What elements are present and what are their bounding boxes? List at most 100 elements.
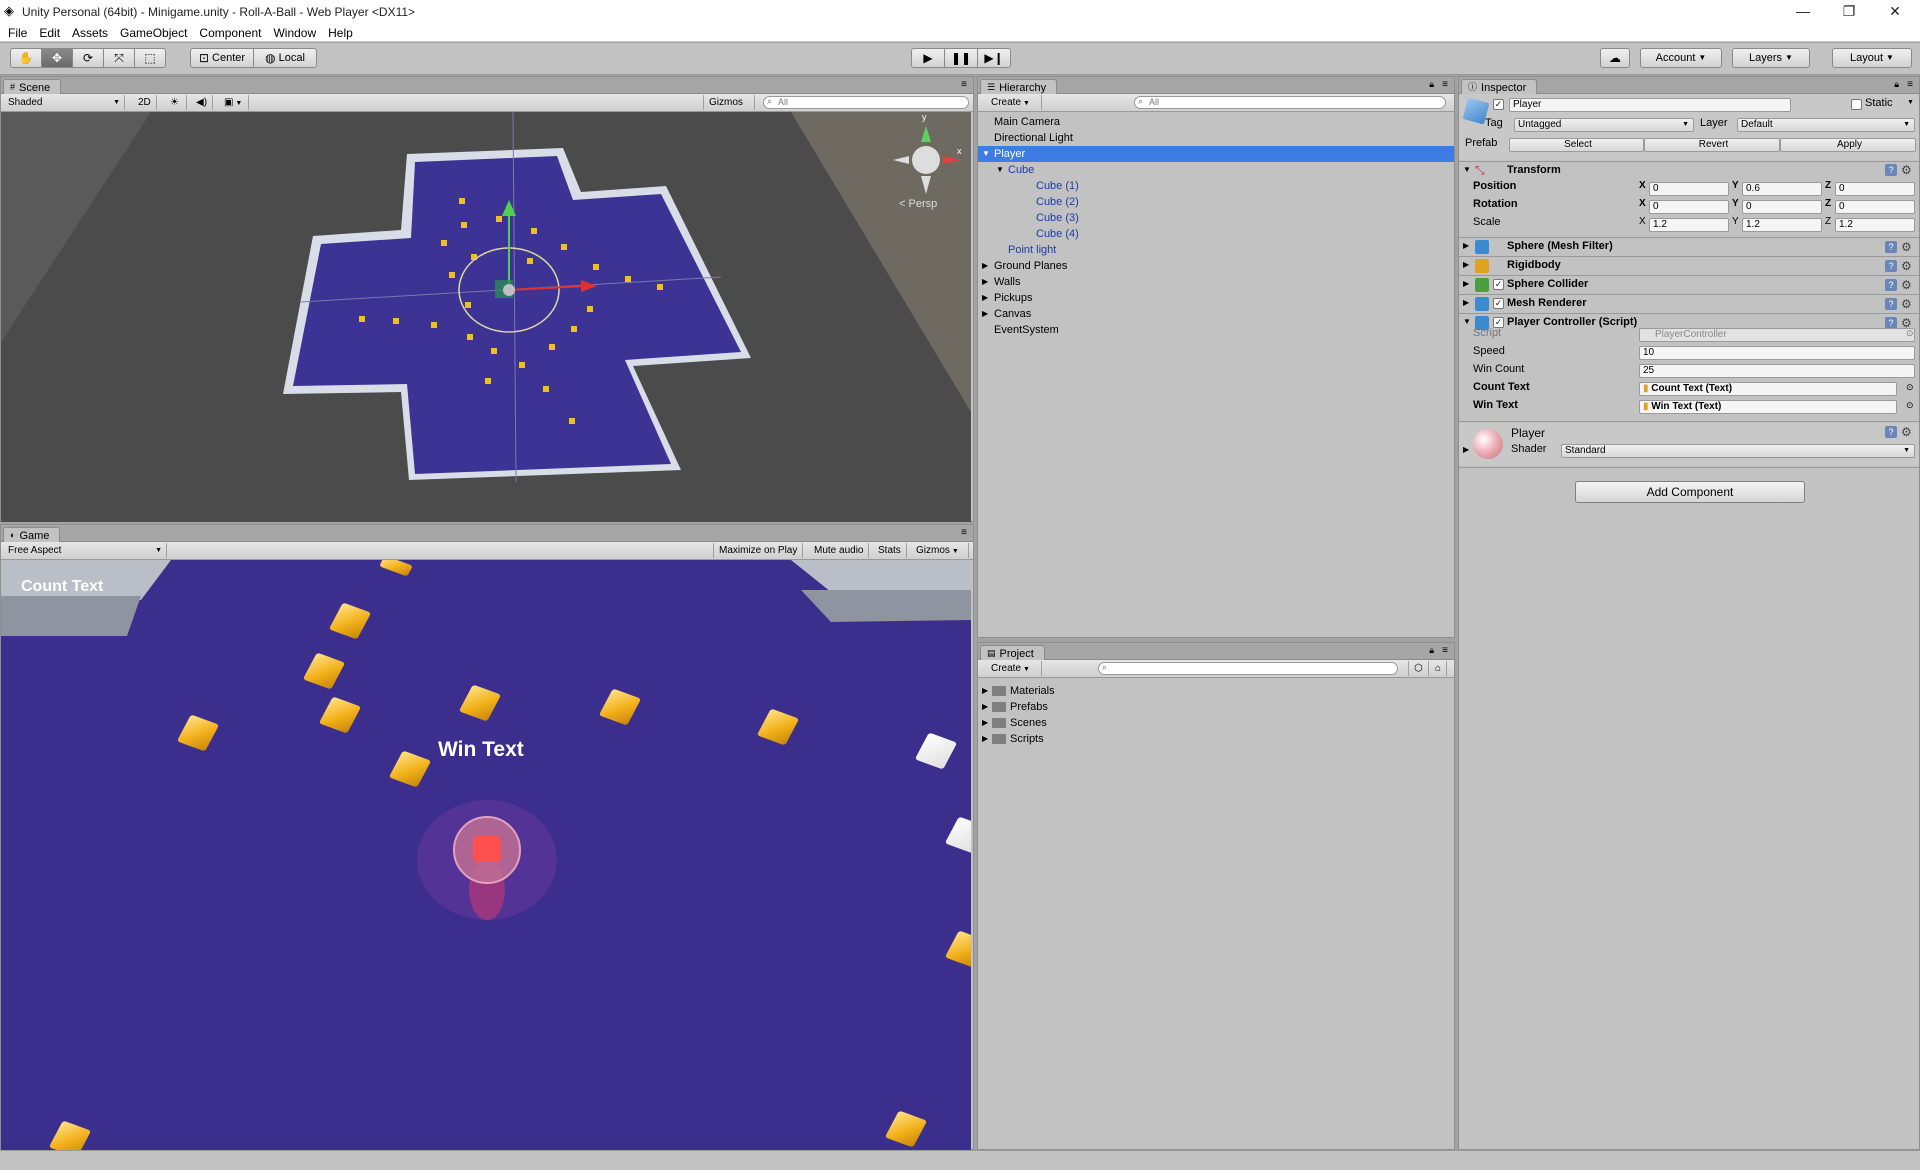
scene-viewport[interactable]: y x < Persp <box>1 112 971 522</box>
project-create-dropdown[interactable]: Create ▼ <box>986 661 1042 676</box>
rotation-y-input[interactable]: 0 <box>1742 200 1822 214</box>
shading-mode-dropdown[interactable]: Shaded ▼ <box>3 95 125 110</box>
prefab-apply-button[interactable]: Apply <box>1780 138 1916 152</box>
stats-toggle[interactable]: Stats <box>873 543 907 558</box>
effects-dropdown[interactable]: ▣ ▼ <box>219 95 249 110</box>
scale-tool-button[interactable]: ⤧ <box>103 48 135 68</box>
minimize-button[interactable]: — <box>1780 0 1826 24</box>
cloud-button[interactable]: ☁ <box>1600 48 1630 68</box>
project-folder-item[interactable]: ▶ Materials <box>978 683 1454 699</box>
tab-hierarchy[interactable]: ☰ Hierarchy <box>980 79 1058 95</box>
rotate-tool-button[interactable]: ⟳ <box>72 48 104 68</box>
panel-menu-icon[interactable]: ≡ <box>1442 645 1448 656</box>
lock-icon[interactable]: 🔒︎ <box>1894 79 1899 90</box>
hierarchy-item[interactable]: ▶ Ground Planes <box>978 258 1454 274</box>
menu-component[interactable]: Component <box>199 26 261 40</box>
chevron-down-icon[interactable]: ▼ <box>996 162 1004 178</box>
chevron-right-icon[interactable]: ▶ <box>1463 298 1469 307</box>
component-enabled-checkbox[interactable]: ✓ <box>1493 298 1504 309</box>
game-gizmos-dropdown[interactable]: Gizmos ▼ <box>911 543 969 558</box>
add-component-button[interactable]: Add Component <box>1575 481 1805 503</box>
hierarchy-item[interactable]: Cube (2) <box>978 194 1454 210</box>
chevron-down-icon[interactable]: ▼ <box>1463 165 1471 174</box>
aspect-dropdown[interactable]: Free Aspect ▼ <box>3 543 167 558</box>
play-button[interactable]: ▶ <box>911 48 945 68</box>
hierarchy-item[interactable]: ▶ Walls <box>978 274 1454 290</box>
tab-scene[interactable]: # Scene <box>3 79 62 95</box>
chevron-right-icon[interactable]: ▶ <box>982 731 988 747</box>
gear-icon[interactable]: ⚙ <box>1901 241 1912 253</box>
win-text-object-field[interactable]: ▮ Win Text (Text) <box>1639 400 1897 414</box>
chevron-right-icon[interactable]: ▶ <box>982 274 988 290</box>
filter-type-button[interactable]: ⬡ <box>1408 661 1429 676</box>
rotation-z-input[interactable]: 0 <box>1835 200 1915 214</box>
2d-toggle[interactable]: 2D <box>133 95 157 110</box>
help-icon[interactable]: ? <box>1885 298 1897 310</box>
count-text-object-field[interactable]: ▮ Count Text (Text) <box>1639 382 1897 396</box>
hierarchy-item[interactable]: Cube (3) <box>978 210 1454 226</box>
scene-search-input[interactable]: All <box>763 96 969 109</box>
project-folder-item[interactable]: ▶ Prefabs <box>978 699 1454 715</box>
gear-icon[interactable]: ⚙ <box>1901 298 1912 310</box>
panel-menu-icon[interactable]: ≡ <box>961 79 967 90</box>
hierarchy-item[interactable]: ▼ Player <box>978 146 1454 162</box>
help-icon[interactable]: ? <box>1885 241 1897 253</box>
hierarchy-item[interactable]: Directional Light <box>978 130 1454 146</box>
hierarchy-item[interactable]: ▼ Cube <box>978 162 1454 178</box>
pause-button[interactable]: ❚❚ <box>944 48 978 68</box>
chevron-right-icon[interactable]: ▶ <box>1463 260 1469 269</box>
position-x-input[interactable]: 0 <box>1649 182 1729 196</box>
move-tool-button[interactable]: ✥ <box>41 48 73 68</box>
chevron-right-icon[interactable]: ▶ <box>982 290 988 306</box>
component-enabled-checkbox[interactable]: ✓ <box>1493 279 1504 290</box>
layer-dropdown[interactable]: Default ▼ <box>1737 118 1915 132</box>
object-picker-icon[interactable]: ⊙ <box>1906 382 1914 393</box>
maximize-on-play-toggle[interactable]: Maximize on Play <box>713 543 804 558</box>
menu-window[interactable]: Window <box>273 26 316 40</box>
menu-edit[interactable]: Edit <box>39 26 60 40</box>
hierarchy-item[interactable]: Cube (1) <box>978 178 1454 194</box>
panel-menu-icon[interactable]: ≡ <box>961 527 967 538</box>
game-viewport[interactable]: Count Text Win Text <box>1 560 971 1150</box>
help-icon[interactable]: ? <box>1885 260 1897 272</box>
object-picker-icon[interactable]: ⊙ <box>1906 328 1914 339</box>
step-button[interactable]: ▶❙ <box>977 48 1011 68</box>
close-button[interactable]: ✕ <box>1872 0 1918 24</box>
chevron-right-icon[interactable]: ▶ <box>982 306 988 322</box>
speed-input[interactable]: 10 <box>1639 346 1915 360</box>
chevron-right-icon[interactable]: ▶ <box>1463 445 1469 454</box>
chevron-right-icon[interactable]: ▶ <box>982 715 988 731</box>
panel-menu-icon[interactable]: ≡ <box>1442 79 1448 90</box>
shader-dropdown[interactable]: Standard ▼ <box>1561 444 1915 458</box>
chevron-right-icon[interactable]: ▶ <box>1463 241 1469 250</box>
active-checkbox[interactable]: ✓ <box>1493 99 1504 110</box>
menu-assets[interactable]: Assets <box>72 26 108 40</box>
chevron-right-icon[interactable]: ▶ <box>982 683 988 699</box>
position-y-input[interactable]: 0.6 <box>1742 182 1822 196</box>
scale-x-input[interactable]: 1.2 <box>1649 218 1729 232</box>
space-local-toggle[interactable]: ◍ Local <box>253 48 317 68</box>
tab-game[interactable]: ◐ Game <box>3 527 61 543</box>
scale-z-input[interactable]: 1.2 <box>1835 218 1915 232</box>
layout-dropdown[interactable]: Layout ▼ <box>1832 48 1912 68</box>
component-header[interactable]: ▶ Rigidbody? ⚙ <box>1459 256 1919 275</box>
tab-project[interactable]: ▤ Project <box>980 645 1045 661</box>
gear-icon[interactable]: ⚙ <box>1901 279 1912 291</box>
tab-inspector[interactable]: ⓘ Inspector <box>1461 79 1538 95</box>
menu-gameobject[interactable]: GameObject <box>120 26 187 40</box>
menu-help[interactable]: Help <box>328 26 353 40</box>
gear-icon[interactable]: ⚙ <box>1901 260 1912 272</box>
help-icon[interactable]: ? <box>1885 164 1897 176</box>
chevron-right-icon[interactable]: ▶ <box>1463 279 1469 288</box>
component-header[interactable]: ▶ Sphere (Mesh Filter)? ⚙ <box>1459 237 1919 256</box>
filter-label-button[interactable]: ⌂ <box>1430 661 1448 676</box>
maximize-button[interactable]: ❐ <box>1826 0 1872 24</box>
hierarchy-item[interactable]: ▶ Pickups <box>978 290 1454 306</box>
component-header[interactable]: ▶ ✓ Sphere Collider? ⚙ <box>1459 275 1919 294</box>
prefab-revert-button[interactable]: Revert <box>1644 138 1780 152</box>
hierarchy-item[interactable]: Cube (4) <box>978 226 1454 242</box>
help-icon[interactable]: ? <box>1885 279 1897 291</box>
hierarchy-item[interactable]: EventSystem <box>978 322 1454 338</box>
win-count-input[interactable]: 25 <box>1639 364 1915 378</box>
perspective-label[interactable]: < Persp <box>899 198 937 210</box>
